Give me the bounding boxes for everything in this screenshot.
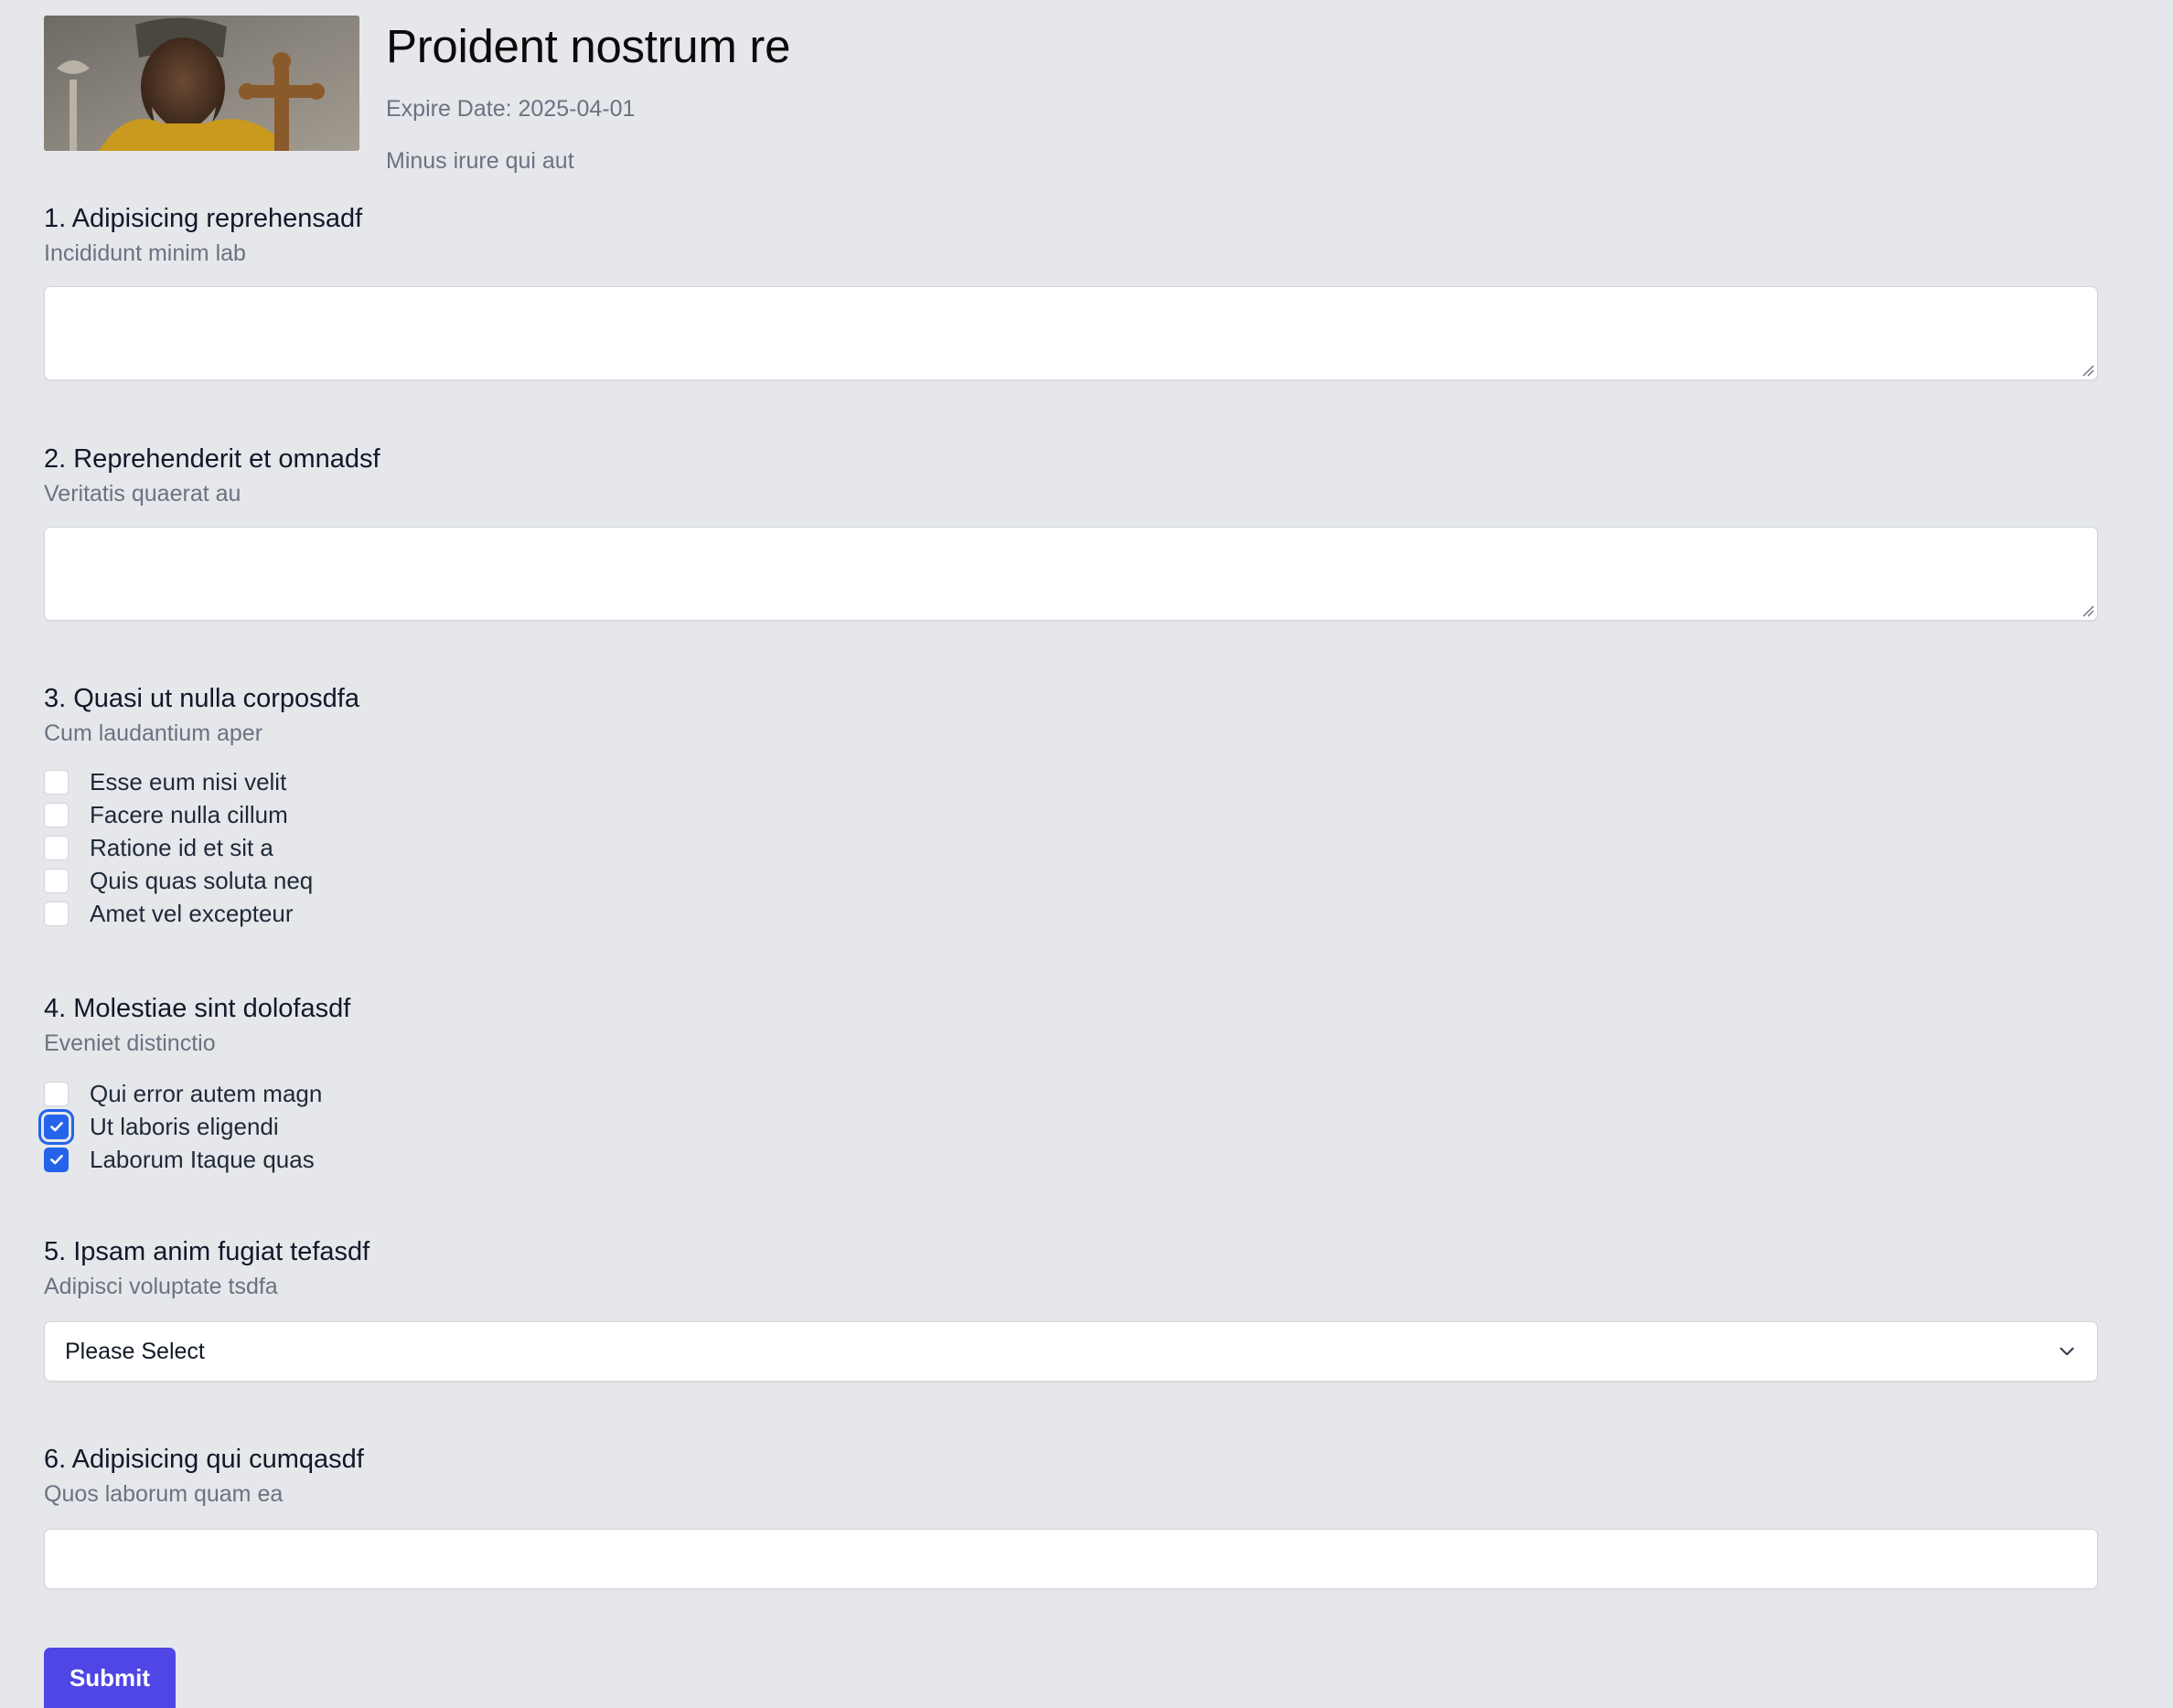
- checkbox[interactable]: [44, 868, 69, 893]
- checkbox-label[interactable]: Facere nulla cillum: [90, 801, 288, 829]
- checkbox-option[interactable]: Ratione id et sit a: [44, 831, 2098, 864]
- survey-subtitle: Minus irure qui aut: [386, 148, 574, 174]
- survey-title: Proident nostrum re: [386, 20, 791, 72]
- question-2: 2. Reprehenderit et omnadsf Veritatis qu…: [44, 442, 2098, 621]
- question-description: Veritatis quaerat au: [44, 481, 241, 507]
- resize-grip-icon[interactable]: [2082, 364, 2094, 377]
- checkbox-label[interactable]: Laborum Itaque quas: [90, 1146, 315, 1174]
- checkbox-label[interactable]: Esse eum nisi velit: [90, 768, 286, 796]
- question-description: Cum laudantium aper: [44, 721, 263, 746]
- question-title: 2. Reprehenderit et omnadsf: [44, 444, 380, 474]
- answer-text-input[interactable]: [44, 1529, 2098, 1589]
- answer-textarea-1[interactable]: [44, 286, 2098, 380]
- question-5: 5. Ipsam anim fugiat tefasdf Adipisci vo…: [44, 1234, 2098, 1382]
- checkbox[interactable]: [44, 901, 69, 926]
- checkbox-label[interactable]: Quis quas soluta neq: [90, 867, 313, 895]
- checkbox-option[interactable]: Esse eum nisi velit: [44, 765, 2098, 798]
- checkbox[interactable]: [44, 769, 69, 795]
- checkbox-checked[interactable]: [44, 1114, 69, 1139]
- checkbox[interactable]: [44, 835, 69, 860]
- checkbox-option[interactable]: Ut laboris eligendi: [44, 1110, 2098, 1143]
- checkbox-group-3: Esse eum nisi velit Facere nulla cillum …: [44, 765, 2098, 930]
- checkbox-option[interactable]: Quis quas soluta neq: [44, 864, 2098, 897]
- expire-date: Expire Date: 2025-04-01: [386, 96, 636, 122]
- question-description: Incididunt minim lab: [44, 240, 246, 266]
- checkbox-label[interactable]: Ratione id et sit a: [90, 834, 273, 862]
- question-1: 1. Adipisicing reprehensadf Incididunt m…: [44, 201, 2098, 380]
- question-title: 1. Adipisicing reprehensadf: [44, 204, 363, 233]
- checkbox-label[interactable]: Ut laboris eligendi: [90, 1113, 279, 1141]
- checkbox-option[interactable]: Amet vel excepteur: [44, 897, 2098, 930]
- survey-cover-image: [44, 16, 359, 151]
- checkbox-option[interactable]: Qui error autem magn: [44, 1077, 2098, 1110]
- answer-textarea-2[interactable]: [44, 527, 2098, 621]
- checkbox-label[interactable]: Amet vel excepteur: [90, 900, 294, 928]
- chevron-down-icon: [2055, 1340, 2079, 1363]
- check-icon: [49, 1155, 63, 1165]
- survey-page: Proident nostrum re Expire Date: 2025-04…: [0, 0, 2173, 1708]
- question-title: 6. Adipisicing qui cumqasdf: [44, 1445, 364, 1474]
- resize-grip-icon[interactable]: [2082, 604, 2094, 617]
- checkbox-label[interactable]: Qui error autem magn: [90, 1080, 322, 1108]
- question-6: 6. Adipisicing qui cumqasdf Quos laborum…: [44, 1442, 2098, 1589]
- question-4: 4. Molestiae sint dolofasdf Eveniet dist…: [44, 991, 2098, 1176]
- select-value: Please Select: [65, 1338, 205, 1364]
- checkbox-checked[interactable]: [44, 1147, 69, 1172]
- question-3: 3. Quasi ut nulla corposdfa Cum laudanti…: [44, 681, 2098, 930]
- submit-button[interactable]: Submit: [44, 1648, 176, 1708]
- checkbox-option[interactable]: Laborum Itaque quas: [44, 1143, 2098, 1176]
- survey-header: Proident nostrum re Expire Date: 2025-04…: [44, 16, 2129, 198]
- question-description: Adipisci voluptate tsdfa: [44, 1274, 278, 1299]
- checkbox-group-4: Qui error autem magn Ut laboris eligendi…: [44, 1077, 2098, 1176]
- question-title: 3. Quasi ut nulla corposdfa: [44, 684, 359, 713]
- answer-select[interactable]: Please Select: [44, 1321, 2098, 1382]
- checkbox-option[interactable]: Facere nulla cillum: [44, 798, 2098, 831]
- check-icon: [49, 1122, 63, 1132]
- survey-header-text: Proident nostrum re Expire Date: 2025-04…: [386, 16, 790, 176]
- question-description: Eveniet distinctio: [44, 1030, 216, 1056]
- question-description: Quos laborum quam ea: [44, 1481, 284, 1507]
- question-title: 5. Ipsam anim fugiat tefasdf: [44, 1237, 370, 1266]
- checkbox[interactable]: [44, 1081, 69, 1106]
- question-title: 4. Molestiae sint dolofasdf: [44, 994, 351, 1023]
- checkbox[interactable]: [44, 802, 69, 827]
